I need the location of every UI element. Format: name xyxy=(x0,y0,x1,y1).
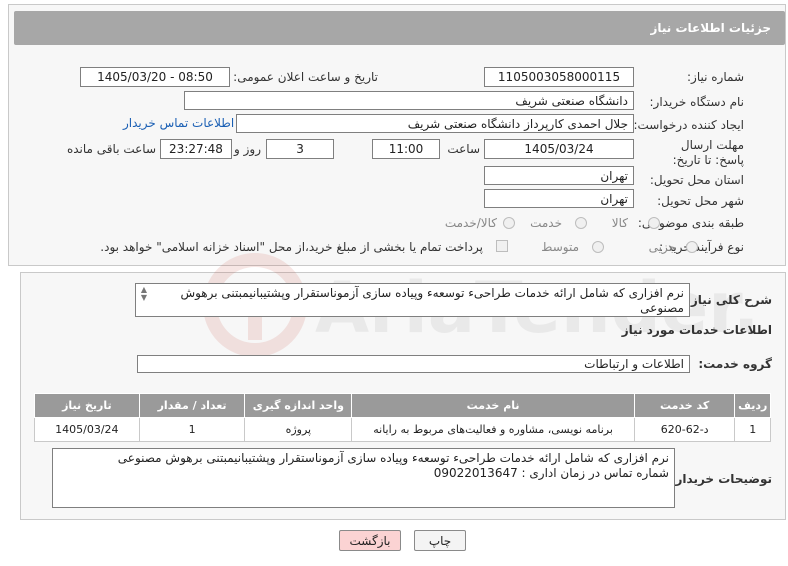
process-option-medium: متوسط xyxy=(541,240,579,254)
cell-quantity: 1 xyxy=(138,417,246,442)
category-option-service: خدمت xyxy=(530,216,562,230)
print-button[interactable]: چاپ xyxy=(414,530,466,551)
col-quantity: تعداد / مقدار xyxy=(138,393,246,418)
back-button[interactable]: بازگشت xyxy=(339,530,401,551)
service-group-field: اطلاعات و ارتباطات xyxy=(137,355,690,373)
buyer-contact-link[interactable]: اطلاعات تماس خریدار xyxy=(123,116,234,130)
need-number-label: شماره نیاز: xyxy=(687,70,744,84)
cell-row: 1 xyxy=(734,417,771,442)
days-field: 3 xyxy=(266,139,334,159)
city-label: شهر محل تحویل: xyxy=(657,194,744,208)
days-label: روز و xyxy=(234,142,261,156)
col-unit: واحد اندازه گیری xyxy=(244,393,353,418)
category-radio-service[interactable] xyxy=(575,217,587,229)
treasury-payment-checkbox[interactable] xyxy=(496,240,508,252)
treasury-payment-note: پرداخت تمام یا بخشی از مبلغ خرید،از محل … xyxy=(100,240,483,254)
cell-service-code: د-62-620 xyxy=(633,417,736,442)
creator-field: جلال احمدی کارپرداز دانشگاه صنعتی شریف xyxy=(236,114,634,133)
cell-service-name: برنامه نویسی، مشاوره و فعالیت‌های مربوط … xyxy=(351,417,635,442)
summary-scroll-arrows[interactable]: ▲ ▼ xyxy=(138,286,150,304)
service-group-label: گروه خدمت: xyxy=(698,357,772,371)
category-option-goods: کالا xyxy=(611,216,628,230)
col-service-code: کد خدمت xyxy=(633,393,736,418)
process-radio-medium[interactable] xyxy=(592,241,604,253)
buyer-org-label: نام دستگاه خریدار: xyxy=(649,95,745,109)
need-number-field: 1105003058000115 xyxy=(484,67,634,87)
col-service-name: نام خدمت xyxy=(351,393,635,418)
col-row: ردیف xyxy=(734,393,771,418)
buyer-notes-textarea[interactable]: نرم افزاری که شامل ارائه خدمات طراحیء تو… xyxy=(52,448,675,508)
table-row: 1 د-62-620 برنامه نویسی، مشاوره و فعالیت… xyxy=(34,417,771,442)
creator-label: ایجاد کننده درخواست: xyxy=(633,118,744,132)
col-need-date: تاریخ نیاز xyxy=(34,393,140,418)
buyer-notes-label: توضیحات خریدار: xyxy=(670,472,772,486)
services-table-header: ردیف کد خدمت نام خدمت واحد اندازه گیری ت… xyxy=(34,393,771,418)
process-radio-minor[interactable] xyxy=(686,241,698,253)
announce-date-value: 1405/03/20 - 08:50 xyxy=(97,70,213,84)
category-radio-goods-service[interactable] xyxy=(503,217,515,229)
remaining-label: ساعت باقی مانده xyxy=(66,142,156,156)
remaining-time-field: 23:27:48 xyxy=(160,139,232,159)
category-radio-goods[interactable] xyxy=(648,217,660,229)
buyer-org-field: دانشگاه صنعتی شریف xyxy=(184,91,634,110)
deadline-date-field: 1405/03/24 xyxy=(484,139,634,159)
summary-textarea[interactable]: نرم افزاری که شامل ارائه خدمات طراحیء تو… xyxy=(135,283,690,317)
page-title: جزئیات اطلاعات نیاز xyxy=(14,11,785,45)
announce-date-field: 1405/03/20 - 08:50 xyxy=(80,67,230,87)
city-field: تهران xyxy=(484,189,634,208)
province-label: استان محل تحویل: xyxy=(649,173,744,187)
category-option-goods-service: کالا/خدمت xyxy=(444,216,497,230)
announce-date-label: تاریخ و ساعت اعلان عمومی: xyxy=(233,70,378,84)
summary-label: شرح کلی نیاز: xyxy=(686,293,772,307)
process-option-minor: جزیی xyxy=(648,240,676,254)
services-table: ردیف کد خدمت نام خدمت واحد اندازه گیری ت… xyxy=(34,393,771,442)
time-label: ساعت xyxy=(447,142,480,156)
cell-need-date: 1405/03/24 xyxy=(34,417,140,442)
deadline-label: مهلت ارسال پاسخ: تا تاریخ: xyxy=(672,138,744,167)
deadline-time-field: 11:00 xyxy=(372,139,440,159)
services-section-title: اطلاعات خدمات مورد نیاز xyxy=(621,323,772,337)
province-field: تهران xyxy=(484,166,634,185)
cell-unit: پروژه xyxy=(244,417,353,442)
